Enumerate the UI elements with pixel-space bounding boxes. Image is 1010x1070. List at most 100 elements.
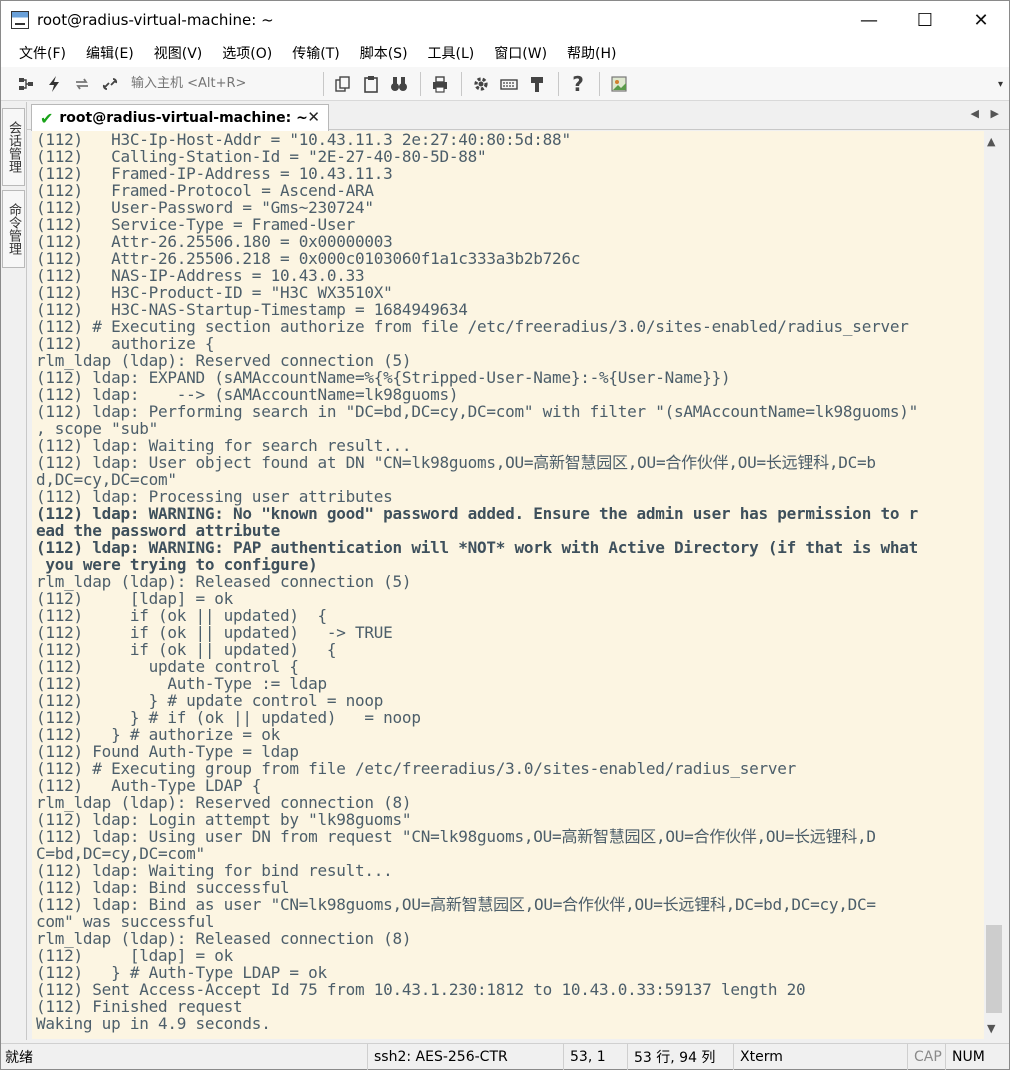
copy-icon[interactable] xyxy=(330,71,356,97)
toolbar-separator xyxy=(323,71,324,96)
terminal-line: you were trying to configure) xyxy=(36,555,318,574)
menu-options[interactable]: 选项(O) xyxy=(214,43,280,63)
sftp-icon[interactable] xyxy=(524,71,550,97)
terminal-line: (112) } # update control = noop xyxy=(36,691,384,710)
terminal-line: C=bd,DC=cy,DC=com" xyxy=(36,844,205,863)
terminal-line: (112) ldap: Processing user attributes xyxy=(36,487,393,506)
terminal-line: (112) ldap: User object found at DN "CN=… xyxy=(36,453,876,472)
keymap-icon[interactable] xyxy=(496,71,522,97)
terminal-line: (112) update control { xyxy=(36,657,299,676)
terminal-line: rlm_ldap (ldap): Reserved connection (8) xyxy=(36,793,412,812)
title-bar[interactable]: root@radius-virtual-machine: ~ — ☐ ✕ xyxy=(1,1,1009,39)
terminal-line: rlm_ldap (ldap): Released connection (8) xyxy=(36,929,412,948)
terminal-line: (112) [ldap] = ok xyxy=(36,946,234,965)
session-tab-bar: ✔ root@radius-virtual-machine: ~ ✕ ◀ ▶ xyxy=(27,102,1009,131)
terminal-line: (112) Attr-26.25506.180 = 0x00000003 xyxy=(36,232,393,251)
terminal-line: (112) if (ok || updated) { xyxy=(36,640,337,659)
terminal-line: (112) Framed-Protocol = Ascend-ARA xyxy=(36,181,374,200)
terminal-line: (112) authorize { xyxy=(36,334,215,353)
menu-transfer[interactable]: 传输(T) xyxy=(284,43,347,63)
menu-script[interactable]: 脚本(S) xyxy=(352,43,416,63)
menu-tools[interactable]: 工具(L) xyxy=(420,43,483,63)
minimize-button[interactable]: — xyxy=(841,1,897,39)
terminal-line: (112) [ldap] = ok xyxy=(36,589,234,608)
session-tab[interactable]: ✔ root@radius-virtual-machine: ~ ✕ xyxy=(31,104,329,131)
terminal-line: (112) ldap: WARNING: PAP authentication … xyxy=(36,538,918,557)
menu-view[interactable]: 视图(V) xyxy=(146,43,211,63)
terminal-line: (112) } # Auth-Type LDAP = ok xyxy=(36,963,327,982)
toolbar-separator xyxy=(599,71,600,96)
terminal-line: rlm_ldap (ldap): Released connection (5) xyxy=(36,572,412,591)
terminal-line: (112) User-Password = "Gms~230724" xyxy=(36,198,374,217)
terminal-line: (112) if (ok || updated) -> TRUE xyxy=(36,623,393,642)
terminal-line: (112) Service-Type = Framed-User xyxy=(36,215,356,234)
terminal-line: (112) } # if (ok || updated) = noop xyxy=(36,708,421,727)
terminal-line: ead the password attribute xyxy=(36,521,280,540)
status-cursor-position: 53, 1 xyxy=(563,1044,627,1070)
menu-edit[interactable]: 编辑(E) xyxy=(78,43,142,63)
app-icon xyxy=(11,11,29,29)
menu-window[interactable]: 窗口(W) xyxy=(486,43,555,63)
terminal-line: (112) if (ok || updated) { xyxy=(36,606,327,625)
help-icon[interactable]: ? xyxy=(565,71,591,97)
terminal-line: (112) Finished request xyxy=(36,997,243,1016)
terminal-line: (112) Calling-Station-Id = "2E-27-40-80-… xyxy=(36,147,487,166)
scroll-down-icon[interactable]: ▼ xyxy=(987,1022,995,1035)
terminal-line: (112) ldap: Waiting for bind result... xyxy=(36,861,393,880)
toolbar: ? ▾ xyxy=(1,67,1009,101)
terminal-line: (112) NAS-IP-Address = 10.43.0.33 xyxy=(36,266,365,285)
menu-file[interactable]: 文件(F) xyxy=(11,43,74,63)
securecrt-window: root@radius-virtual-machine: ~ — ☐ ✕ 文件(… xyxy=(0,0,1010,1070)
terminal-line: (112) ldap: Bind as user "CN=lk98guoms,O… xyxy=(36,895,876,914)
terminal-line: (112) ldap: Bind successful xyxy=(36,878,290,897)
tab-next-icon[interactable]: ▶ xyxy=(991,107,999,120)
toolbar-separator xyxy=(558,71,559,96)
toolbar-overflow-icon[interactable]: ▾ xyxy=(998,79,1003,90)
terminal-line: (112) # Executing group from file /etc/f… xyxy=(36,759,797,778)
status-ready: 就绪 xyxy=(5,1050,33,1066)
terminal-line: (112) H3C-NAS-Startup-Timestamp = 168494… xyxy=(36,300,468,319)
tab-prev-icon[interactable]: ◀ xyxy=(971,107,979,120)
terminal-output: (112) H3C-Ip-Host-Addr = "10.43.11.3 2e:… xyxy=(36,131,918,1032)
print-icon[interactable] xyxy=(427,71,453,97)
terminal-line: (112) Attr-26.25506.218 = 0x000c0103060f… xyxy=(36,249,581,268)
terminal-line: (112) Auth-Type := ldap xyxy=(36,674,327,693)
status-bar: 就绪 ssh2: AES-256-CTR 53, 1 53 行, 94 列 Xt… xyxy=(1,1043,1009,1070)
menu-bar: 文件(F) 编辑(E) 视图(V) 选项(O) 传输(T) 脚本(S) 工具(L… xyxy=(1,39,1009,67)
window-title: root@radius-virtual-machine: ~ xyxy=(37,11,274,29)
connect-icon[interactable] xyxy=(13,71,39,97)
paste-icon[interactable] xyxy=(358,71,384,97)
reconnect-icon[interactable] xyxy=(69,71,95,97)
scroll-up-icon[interactable]: ▲ xyxy=(987,135,995,148)
menu-help[interactable]: 帮助(H) xyxy=(559,43,624,63)
close-button[interactable]: ✕ xyxy=(953,1,1009,39)
status-terminal-size: 53 行, 94 列 xyxy=(627,1044,733,1070)
terminal-line: (112) ldap: EXPAND (sAMAccountName=%{%{S… xyxy=(36,368,731,387)
terminal-line: (112) ldap: --> (sAMAccountName=lk98guom… xyxy=(36,385,459,404)
terminal-line: (112) H3C-Product-ID = "H3C WX3510X" xyxy=(36,283,393,302)
terminal-line: (112) H3C-Ip-Host-Addr = "10.43.11.3 2e:… xyxy=(36,131,571,149)
terminal-line: d,DC=cy,DC=com" xyxy=(36,470,177,489)
session-tab-label: root@radius-virtual-machine: ~ xyxy=(59,110,308,126)
terminal-line: (112) Framed-IP-Address = 10.43.11.3 xyxy=(36,164,393,183)
quick-connect-icon[interactable] xyxy=(41,71,67,97)
screenshot-icon[interactable] xyxy=(606,71,632,97)
terminal-scrollbar[interactable]: ▲ ▼ xyxy=(984,131,1004,1039)
terminal-line: Waking up in 4.9 seconds. xyxy=(36,1014,271,1033)
command-manager-tab[interactable]: 命令管理 xyxy=(2,190,25,268)
disconnect-icon[interactable] xyxy=(97,71,123,97)
maximize-button[interactable]: ☐ xyxy=(897,1,953,39)
gear-icon[interactable] xyxy=(468,71,494,97)
status-num-lock: NUM xyxy=(945,1044,1009,1070)
tab-close-icon[interactable]: ✕ xyxy=(307,108,320,126)
terminal-view[interactable]: (112) H3C-Ip-Host-Addr = "10.43.11.3 2e:… xyxy=(32,131,984,1039)
side-panel: 会话管理 命令管理 xyxy=(1,102,27,1040)
terminal-line: (112) ldap: Performing search in "DC=bd,… xyxy=(36,402,918,421)
session-manager-tab[interactable]: 会话管理 xyxy=(2,108,25,186)
find-icon[interactable] xyxy=(386,71,412,97)
host-input[interactable] xyxy=(131,71,311,96)
status-emulation: Xterm xyxy=(733,1044,907,1070)
scroll-thumb[interactable] xyxy=(986,925,1002,1013)
connected-check-icon: ✔ xyxy=(40,108,54,128)
window-controls: — ☐ ✕ xyxy=(841,1,1009,39)
